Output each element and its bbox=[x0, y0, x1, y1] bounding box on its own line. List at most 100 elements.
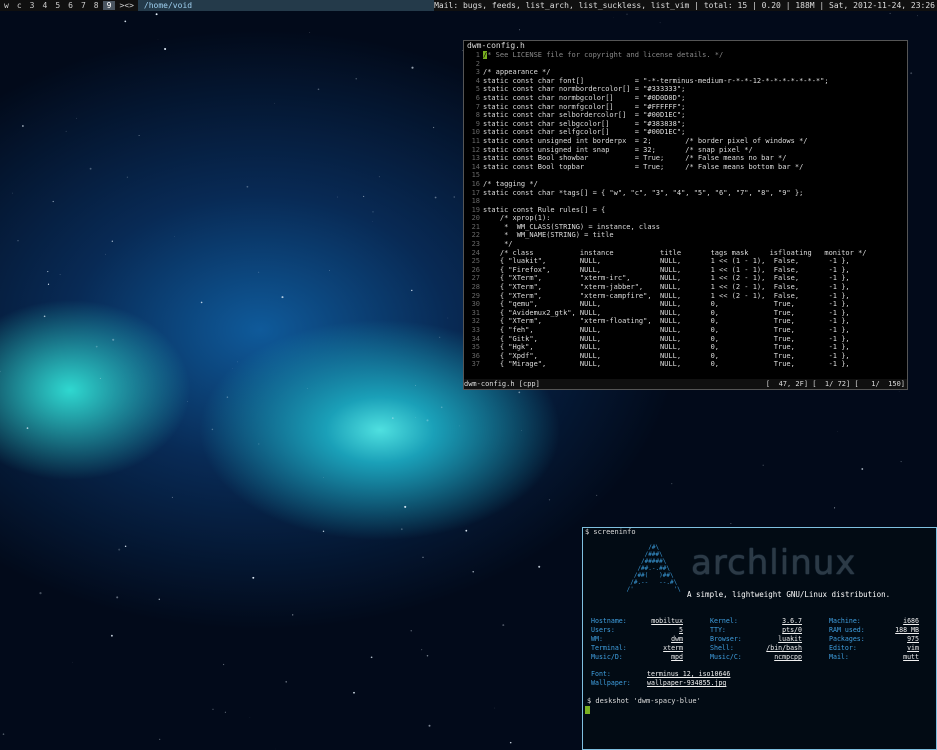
editor-window[interactable]: dwm-config.h 1/* See LICENSE file for co… bbox=[463, 40, 908, 390]
star bbox=[322, 530, 325, 532]
editor-title: dwm-config.h bbox=[464, 41, 907, 51]
tag-8[interactable]: 8 bbox=[90, 1, 103, 10]
star bbox=[292, 614, 294, 616]
star bbox=[274, 102, 275, 104]
star bbox=[2, 733, 5, 735]
terminal-cursor bbox=[585, 706, 590, 714]
info-label: TTY: bbox=[710, 626, 726, 634]
line-number: 16 bbox=[471, 179, 480, 188]
info-label: Terminal: bbox=[591, 644, 627, 652]
code-text: /* tagging */ bbox=[483, 179, 538, 188]
code-line: 6 static const char normbgcolor[] = "#0D0… bbox=[464, 94, 907, 103]
line-number: 26 bbox=[471, 265, 480, 274]
line-number: 2 bbox=[475, 59, 480, 68]
tag-w[interactable]: w bbox=[0, 1, 13, 10]
font-value: terminus 12, iso10646 bbox=[647, 670, 731, 678]
star bbox=[363, 195, 365, 197]
star bbox=[626, 13, 628, 15]
code-line: 32 { "XTerm", "xterm-floating", NULL, 0,… bbox=[464, 317, 907, 326]
line-number: 9 bbox=[475, 119, 480, 128]
star bbox=[762, 464, 764, 466]
star bbox=[111, 240, 113, 242]
info-value: xterm bbox=[663, 644, 683, 652]
info-label: Music/C: bbox=[710, 653, 742, 661]
code-text: static const char normbordercolor[] = "#… bbox=[483, 85, 686, 94]
font-info: Font: terminus 12, iso10646 Wallpaper: w… bbox=[591, 670, 730, 688]
code-text: static const Bool showbar = True; /* Fal… bbox=[483, 154, 787, 163]
code-text: static const Rule rules[] = { bbox=[483, 205, 606, 214]
line-number: 10 bbox=[471, 128, 480, 137]
star bbox=[95, 345, 98, 348]
tag-6[interactable]: 6 bbox=[64, 1, 77, 10]
star bbox=[411, 66, 414, 69]
terminal-command-2: $ deskshot 'dwm-spacy-blue' bbox=[587, 697, 701, 705]
star bbox=[518, 391, 521, 394]
star bbox=[116, 596, 119, 599]
terminal-window[interactable]: $ screeninfo /#\ /###\ /#####\ /##.-.##\… bbox=[582, 527, 937, 750]
info-label: Kernel: bbox=[710, 617, 738, 625]
layout-indicator[interactable]: ><> bbox=[115, 1, 137, 10]
code-line: 33 { "feh", NULL, NULL, 0, True, -1 }, bbox=[464, 326, 907, 335]
star bbox=[538, 565, 541, 568]
tag-c[interactable]: c bbox=[13, 1, 26, 10]
star bbox=[212, 708, 214, 710]
info-value: mutt bbox=[903, 653, 919, 661]
code-line: 16/* tagging */ bbox=[464, 180, 907, 189]
code-text: { "luakit", NULL, NULL, 1 << (1 - 1), Fa… bbox=[483, 257, 850, 266]
star bbox=[596, 494, 598, 496]
editor-code[interactable]: 1/* See LICENSE file for copyright and l… bbox=[464, 51, 907, 378]
star bbox=[26, 427, 29, 429]
star bbox=[434, 196, 437, 199]
star bbox=[252, 576, 255, 579]
code-line: 24 /* class instance title tags mask isf… bbox=[464, 249, 907, 258]
star bbox=[232, 368, 233, 369]
star bbox=[323, 477, 324, 478]
tag-7[interactable]: 7 bbox=[77, 1, 90, 10]
info-value: vim bbox=[907, 644, 919, 652]
star bbox=[410, 630, 412, 632]
star bbox=[509, 741, 512, 744]
line-number: 4 bbox=[475, 76, 480, 85]
code-line: 30 { "qemu", NULL, NULL, 0, True, -1 }, bbox=[464, 300, 907, 309]
tag-5[interactable]: 5 bbox=[51, 1, 64, 10]
star bbox=[124, 20, 127, 23]
info-value: ncmpcpp bbox=[774, 653, 802, 661]
distro-tagline: A simple, lightweight GNU/Linux distribu… bbox=[687, 590, 891, 599]
info-label: Mail: bbox=[829, 653, 849, 661]
star bbox=[12, 192, 13, 194]
star bbox=[439, 336, 441, 338]
star bbox=[465, 529, 468, 532]
star bbox=[426, 655, 429, 657]
star bbox=[171, 496, 173, 498]
tag-4[interactable]: 4 bbox=[38, 1, 51, 10]
info-value: dwm bbox=[671, 635, 683, 643]
tag-3[interactable]: 3 bbox=[26, 1, 39, 10]
info-label: Browser: bbox=[710, 635, 742, 643]
star bbox=[226, 396, 229, 398]
line-number: 23 bbox=[471, 240, 480, 249]
star bbox=[200, 301, 203, 304]
star bbox=[370, 656, 373, 659]
line-number: 22 bbox=[471, 231, 480, 240]
info-value: 3.6.7 bbox=[782, 617, 802, 625]
star bbox=[472, 571, 474, 573]
info-value: /bin/bash bbox=[766, 644, 802, 652]
info-value: pts/0 bbox=[782, 626, 802, 634]
star bbox=[224, 711, 226, 713]
info-label: Shell: bbox=[710, 644, 734, 652]
line-number: 30 bbox=[471, 300, 480, 309]
star bbox=[834, 507, 836, 509]
star bbox=[337, 196, 339, 198]
tag-9[interactable]: 9 bbox=[102, 1, 116, 10]
line-number: 25 bbox=[471, 257, 480, 266]
line-number: 19 bbox=[471, 205, 480, 214]
star bbox=[39, 592, 42, 595]
star bbox=[502, 624, 505, 627]
code-text: { "XTerm", "xterm-campfire", NULL, 1 << … bbox=[483, 291, 850, 300]
star bbox=[440, 406, 443, 409]
line-number: 37 bbox=[471, 360, 480, 369]
code-line: 10 static const char selfgcolor[] = "#00D… bbox=[464, 128, 907, 137]
info-label: Music/D: bbox=[591, 653, 623, 661]
code-line: 34 { "Gitk", NULL, NULL, 0, True, -1 }, bbox=[464, 335, 907, 344]
code-line: 12 static const unsigned int snap = 32; /… bbox=[464, 146, 907, 155]
